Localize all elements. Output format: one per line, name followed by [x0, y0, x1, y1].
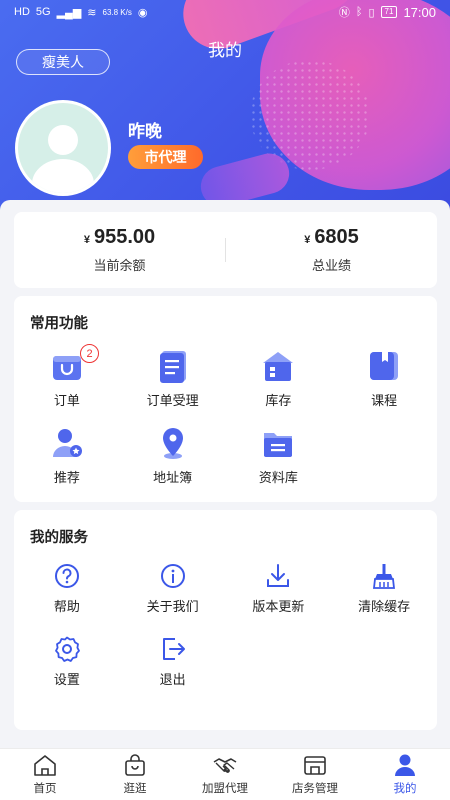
services-card: 我的服务 帮助 关于我们 版本更新 清除缓存 设置 退出 [14, 510, 437, 730]
service-update[interactable]: 版本更新 [226, 562, 332, 635]
info-icon [160, 564, 185, 588]
balance-value: 955.00 [93, 226, 156, 248]
performance-label: 总业绩 [311, 258, 351, 273]
book-icon [370, 352, 399, 380]
store-icon [304, 756, 326, 775]
eye-icon: ◉ [137, 6, 148, 19]
tab-home[interactable]: 首页 [0, 749, 90, 800]
tab-label: 首页 [33, 783, 57, 795]
warehouse-icon [263, 352, 294, 381]
clock: 17:00 [403, 4, 436, 20]
service-clear-cache[interactable]: 清除缓存 [331, 562, 437, 635]
bluetooth-icon: ᛒ [355, 6, 363, 18]
service-label: 退出 [159, 672, 186, 687]
profile-header: HD 5G ▂▄▆ ≋ 63.8 K/s ◉ Ⓝ ᛒ ▯ 71 17:00 我的… [0, 0, 450, 230]
function-label: 订单受理 [146, 393, 199, 408]
main-content: ¥955.00 当前余额 ¥6805 总业绩 常用功能 2 订单 订单受理 库存… [0, 200, 450, 748]
folder-icon [264, 433, 293, 457]
home-icon [34, 755, 56, 776]
battery-icon: 71 [380, 6, 398, 18]
status-bar: HD 5G ▂▄▆ ≋ 63.8 K/s ◉ Ⓝ ᛒ ▯ 71 17:00 [0, 0, 450, 24]
handshake-icon [213, 758, 237, 773]
signal-label: 5G [35, 6, 51, 18]
service-help[interactable]: 帮助 [14, 562, 120, 635]
function-recommend[interactable]: 推荐 [14, 425, 120, 502]
role-badge: 市代理 [128, 145, 203, 169]
nfc-icon: Ⓝ [338, 7, 350, 19]
signal-icon: ▂▄▆ [56, 6, 82, 19]
wifi-icon: ≋ [87, 6, 97, 19]
tab-label: 我的 [393, 783, 417, 795]
help-icon [54, 564, 79, 588]
tab-label: 逛逛 [123, 783, 147, 795]
service-label: 帮助 [53, 599, 80, 614]
function-label: 课程 [371, 393, 398, 408]
function-label: 地址簿 [153, 470, 193, 485]
service-logout[interactable]: 退出 [120, 635, 226, 708]
service-about[interactable]: 关于我们 [120, 562, 226, 635]
broom-icon [373, 564, 396, 589]
logout-icon [162, 638, 185, 660]
tab-store-management[interactable]: 店务管理 [270, 749, 360, 800]
user-star-icon [52, 429, 82, 457]
username: 昨晚 [128, 122, 162, 141]
stats-card: ¥955.00 当前余额 ¥6805 总业绩 [14, 212, 437, 288]
document-list-icon [159, 351, 186, 383]
user-icon [395, 754, 415, 776]
download-icon [267, 564, 290, 587]
function-label: 推荐 [53, 470, 80, 485]
performance-value: 6805 [314, 226, 359, 248]
order-count-badge: 2 [80, 344, 99, 363]
section-title: 常用功能 [30, 316, 88, 332]
function-order-accept[interactable]: 订单受理 [120, 348, 226, 425]
service-label: 设置 [53, 672, 80, 687]
tab-label: 加盟代理 [202, 783, 248, 795]
balance-label: 当前余额 [93, 258, 146, 273]
speed-label: 63.8 K/s [102, 7, 132, 17]
function-address-book[interactable]: 地址簿 [120, 425, 226, 502]
service-settings[interactable]: 设置 [14, 635, 120, 708]
brand-tag-button[interactable]: 瘦美人 [16, 49, 110, 75]
bottom-tab-bar: 首页 逛逛 加盟代理 店务管理 我的 [0, 748, 450, 800]
service-label: 关于我们 [146, 599, 199, 614]
shopping-bag-icon [125, 754, 145, 776]
function-orders[interactable]: 2 订单 [14, 344, 120, 425]
settings-icon [54, 636, 80, 662]
tab-franchise[interactable]: 加盟代理 [180, 749, 270, 800]
section-title: 我的服务 [30, 530, 88, 546]
vibrate-icon: ▯ [368, 6, 375, 19]
currency-symbol: ¥ [304, 234, 311, 246]
function-inventory[interactable]: 库存 [226, 348, 332, 425]
function-label: 订单 [53, 393, 80, 408]
tab-mine[interactable]: 我的 [360, 749, 450, 800]
performance-stat[interactable]: ¥6805 总业绩 [226, 226, 437, 274]
tab-browse[interactable]: 逛逛 [90, 749, 180, 800]
tab-label: 店务管理 [292, 783, 338, 795]
balance-stat[interactable]: ¥955.00 当前余额 [14, 226, 225, 274]
function-label: 库存 [265, 393, 292, 408]
function-library[interactable]: 资料库 [226, 425, 332, 502]
service-label: 清除缓存 [358, 599, 411, 614]
function-label: 资料库 [258, 470, 298, 485]
network-label: HD [14, 6, 30, 18]
currency-symbol: ¥ [83, 234, 90, 246]
avatar[interactable] [15, 100, 111, 196]
location-pin-icon [162, 428, 183, 459]
common-functions-card: 常用功能 2 订单 订单受理 库存 课程 推荐 地址簿 资料库 [14, 296, 437, 502]
service-label: 版本更新 [252, 599, 305, 614]
function-courses[interactable]: 课程 [331, 348, 437, 425]
